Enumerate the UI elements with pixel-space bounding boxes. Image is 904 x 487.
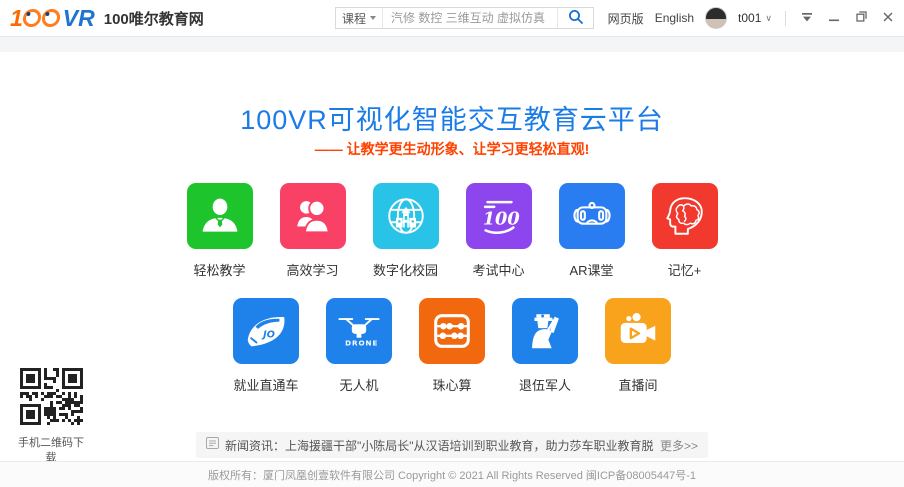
- veteran-icon: [512, 298, 578, 364]
- news-more-link[interactable]: 更多>>: [660, 437, 698, 454]
- abacus-icon: [419, 298, 485, 364]
- copyright-text: 版权所有：厦门凤凰创壹软件有限公司 Copyright © 2021 All R…: [208, 467, 696, 483]
- minimize-icon: [829, 9, 839, 27]
- search-button[interactable]: [557, 8, 593, 28]
- train-icon: JO: [233, 298, 299, 364]
- search-icon: [568, 9, 584, 28]
- header-divider-band: [0, 37, 904, 52]
- students-icon: [280, 183, 346, 249]
- memory-brain-icon: [652, 183, 718, 249]
- tile-label: 就业直通车: [233, 375, 298, 394]
- search-category-label: 课程: [342, 10, 366, 27]
- tile-students[interactable]: 高效学习: [280, 183, 346, 279]
- tile-label: 退伍军人: [519, 375, 571, 394]
- qr-code-image: [18, 368, 84, 430]
- teacher-icon: [187, 183, 253, 249]
- tile-label: 直播间: [618, 375, 657, 394]
- chevron-down-icon: [370, 16, 376, 20]
- drone-icon: DRONE: [326, 298, 392, 364]
- news-headline[interactable]: 新闻资讯：上海援疆干部"小陈局长"从汉语培训到职业教育，助力莎车职业教育脱贫: [225, 437, 654, 454]
- tile-abacus[interactable]: 珠心算: [419, 298, 485, 394]
- logo-eye-icon: [41, 9, 61, 27]
- logo-vr: VR: [63, 7, 95, 30]
- news-ticker: 新闻资讯：上海援疆干部"小陈局长"从汉语培训到职业教育，助力莎车职业教育脱贫 更…: [196, 432, 708, 458]
- user-caret-icon: ∨: [765, 13, 772, 24]
- collapse-icon: [802, 9, 812, 27]
- tile-label: 数字化校园: [373, 260, 438, 279]
- svg-text:JO: JO: [261, 330, 275, 341]
- logo-1: 1: [10, 7, 22, 30]
- svg-text:DRONE: DRONE: [345, 338, 378, 347]
- news-label: 新闻资讯：: [225, 439, 285, 453]
- avatar[interactable]: [705, 7, 727, 29]
- tile-label: 珠心算: [432, 375, 471, 394]
- tile-teacher[interactable]: 轻松教学: [187, 183, 253, 279]
- collapse-window-button[interactable]: [799, 8, 815, 28]
- tile-row-1: 轻松教学 高效学习 数字化校园 100 考试中心 AR课堂 记忆+: [0, 183, 904, 279]
- vr-headset-icon: [559, 183, 625, 249]
- tile-campus-globe[interactable]: 数字化校园: [373, 183, 439, 279]
- campus-globe-icon: [373, 183, 439, 249]
- exam-100-icon: 100: [466, 183, 532, 249]
- tile-drone[interactable]: DRONE 无人机: [326, 298, 392, 394]
- web-version-link[interactable]: 网页版: [608, 10, 644, 27]
- tile-label: 轻松教学: [193, 260, 245, 279]
- app-window: 1 VR 100唯尔教育网 课程 网页版 English t001 ∨: [0, 0, 904, 487]
- close-icon: [883, 9, 893, 27]
- restore-icon: [856, 9, 867, 27]
- tile-vr-headset[interactable]: AR课堂: [559, 183, 625, 279]
- tile-row-2: JO 就业直通车 DRONE 无人机 珠心算 退伍军人 直播间: [0, 298, 904, 394]
- user-menu[interactable]: t001 ∨: [738, 11, 772, 25]
- search-bar: 课程: [335, 7, 594, 29]
- tile-veteran[interactable]: 退伍军人: [512, 298, 578, 394]
- tile-live-camera[interactable]: 直播间: [605, 298, 671, 394]
- news-headline-text: 上海援疆干部"小陈局长"从汉语培训到职业教育，助力莎车职业教育脱贫: [285, 439, 654, 453]
- footer: 版权所有：厦门凤凰创壹软件有限公司 Copyright © 2021 All R…: [0, 461, 904, 487]
- close-button[interactable]: [880, 8, 896, 28]
- logo-eye-icon: [22, 9, 42, 27]
- news-icon: [206, 436, 219, 454]
- logo[interactable]: 1 VR 100唯尔教育网: [10, 7, 204, 30]
- english-link[interactable]: English: [655, 11, 694, 25]
- minimize-button[interactable]: [826, 8, 842, 28]
- tile-exam-100[interactable]: 100 考试中心: [466, 183, 532, 279]
- titlebar: 1 VR 100唯尔教育网 课程 网页版 English t001 ∨: [0, 0, 904, 37]
- tile-label: 考试中心: [472, 260, 524, 279]
- maximize-button[interactable]: [853, 8, 869, 28]
- tile-train[interactable]: JO 就业直通车: [233, 298, 299, 394]
- tile-label: AR课堂: [569, 260, 613, 279]
- page-subtitle: —— 让教学更生动形象、让学习更轻松直观!: [0, 139, 904, 159]
- page-title: 100VR可视化智能交互教育云平台: [0, 98, 904, 137]
- logo-100vr-icon: 1 VR: [10, 7, 95, 30]
- tile-label: 高效学习: [286, 260, 338, 279]
- search-input[interactable]: [383, 8, 557, 28]
- tile-label: 无人机: [339, 375, 378, 394]
- divider: [785, 11, 786, 26]
- username: t001: [738, 11, 761, 25]
- tile-memory-brain[interactable]: 记忆+: [652, 183, 718, 279]
- brand-name: 100唯尔教育网: [104, 8, 204, 29]
- live-camera-icon: [605, 298, 671, 364]
- titlebar-right: 网页版 English t001 ∨: [608, 0, 896, 36]
- search-category-dropdown[interactable]: 课程: [336, 8, 383, 28]
- svg-text:100: 100: [482, 209, 520, 230]
- tile-label: 记忆+: [668, 260, 702, 279]
